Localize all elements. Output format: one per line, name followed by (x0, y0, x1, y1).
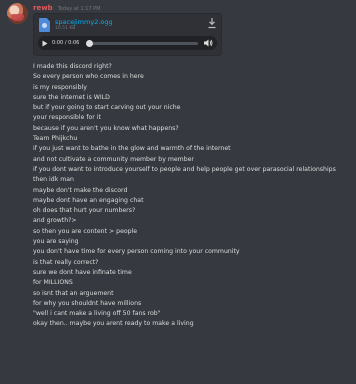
message-line: and not cultivate a community member by … (33, 155, 194, 163)
audio-attachment: spacejimmy2.ogg 10.51 KB 0:00 / 0:06 (33, 13, 222, 56)
message-line: if you dont want to introduce yourself t… (33, 165, 336, 173)
message-line: because if you aren't you know what happ… (33, 124, 179, 132)
message-line: is that really correct? (33, 258, 99, 266)
username[interactable]: rewb (33, 4, 53, 12)
message-line: maybe dont have an engaging chat (33, 196, 144, 204)
message-header: rewb Today at 1:17 PM (33, 4, 101, 12)
message-line: So every person who comes in here (33, 73, 144, 81)
message-line: for MILLIONS (33, 279, 73, 287)
message-line: so then you are content > people (33, 227, 138, 235)
file-size: 10.51 KB (55, 26, 76, 31)
message-line: I made this discord right? (33, 63, 112, 70)
user-avatar[interactable] (7, 3, 28, 24)
file-name-link[interactable]: spacejimmy2.ogg (55, 18, 113, 26)
download-icon[interactable] (207, 17, 217, 29)
audio-file-icon (39, 18, 50, 32)
seek-bar[interactable] (86, 39, 198, 47)
chat-message: rewb Today at 1:17 PM spacejimmy2.ogg 10… (0, 0, 356, 384)
message-line: you don't have time for every person com… (33, 248, 240, 256)
message-line: you are saying (33, 238, 79, 246)
timestamp: Today at 1:17 PM (57, 6, 101, 12)
message-line: and growth?> (33, 217, 77, 225)
message-lines: I made this discord right? So every perso… (33, 62, 351, 330)
audio-player: 0:00 / 0:06 (38, 36, 217, 50)
play-icon[interactable] (38, 36, 52, 50)
message-line: okay then.. maybe you arent ready to mak… (33, 320, 194, 328)
message-line: your responsible for it (33, 114, 101, 122)
message-line: so isnt that an arguement (33, 289, 114, 297)
seek-thumb[interactable] (86, 39, 93, 47)
message-line: for why you shouldnt have millions (33, 299, 142, 307)
message-line: but if your going to start carving out y… (33, 104, 181, 112)
message-line: sure we dont have infinate time (33, 268, 132, 276)
message-line: is my responsibly (33, 83, 87, 91)
message-line: then idk man (33, 176, 74, 184)
message-line: "well i cant make a living off 50 fans r… (33, 310, 161, 318)
message-line: if you just want to bathe in the glow an… (33, 145, 231, 153)
playback-time: 0:00 / 0:06 (52, 40, 80, 46)
message-line: Team Phijkchu (33, 135, 78, 143)
message-line: oh does that hurt your numbers? (33, 207, 136, 215)
volume-icon[interactable] (203, 38, 213, 48)
message-line: sure the internet is WILD (33, 93, 110, 101)
message-line: maybe don't make the discord (33, 186, 128, 194)
